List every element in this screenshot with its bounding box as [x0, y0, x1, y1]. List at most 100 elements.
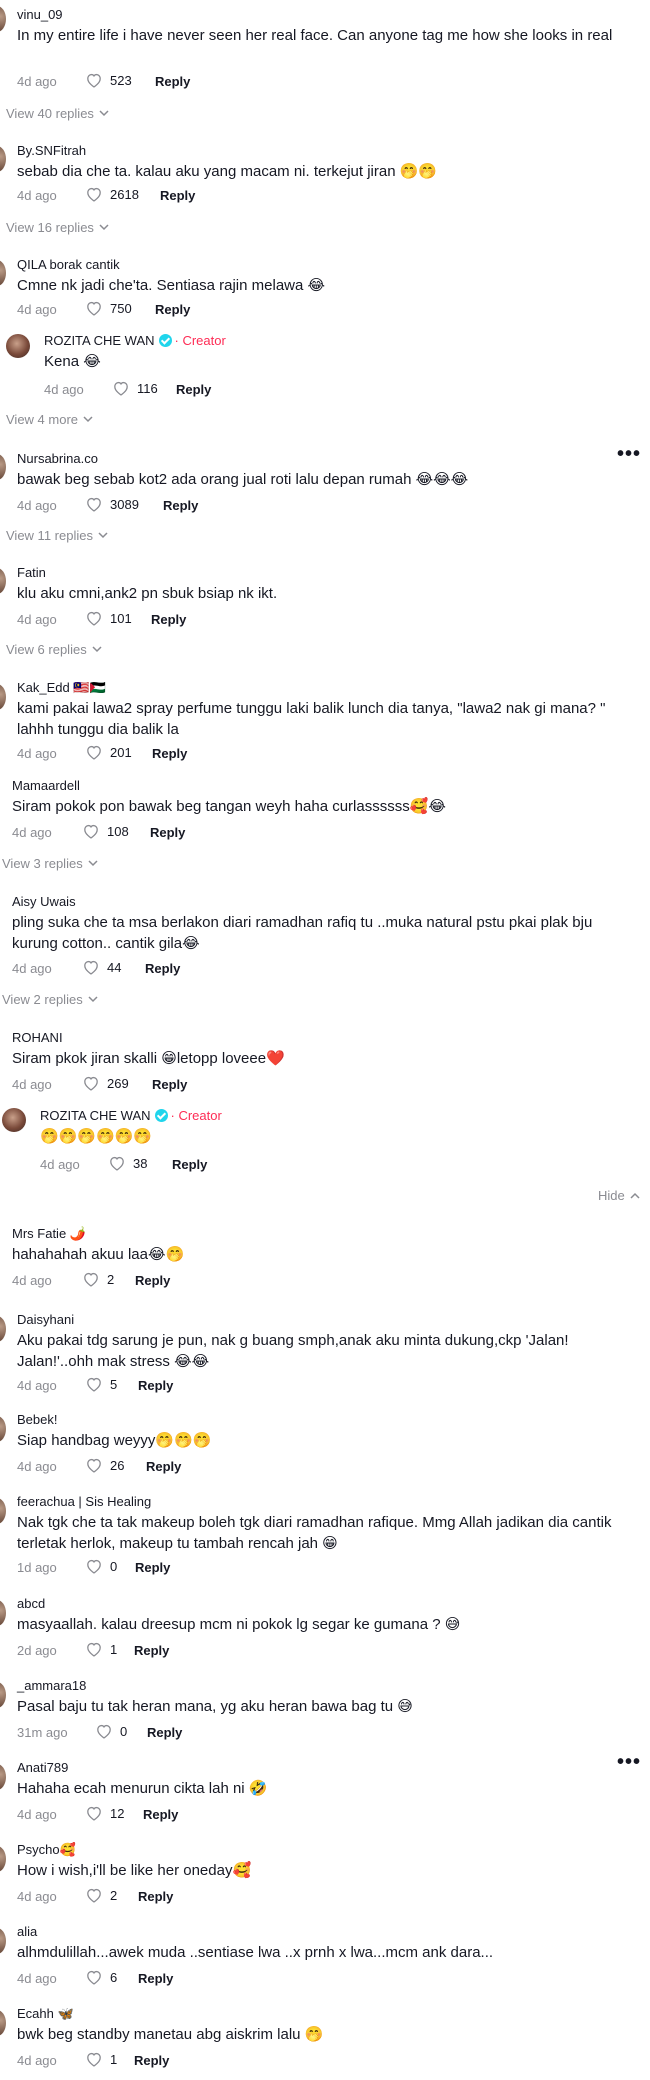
comment-username[interactable]: Aisy Uwais — [12, 894, 76, 909]
chevron-down-icon — [92, 646, 102, 653]
reply-button[interactable]: Reply — [152, 1077, 187, 1092]
like-button[interactable]: 2 — [85, 1887, 117, 1903]
view-replies-button[interactable]: View 2 replies — [2, 992, 98, 1007]
view-replies-label: View 16 replies — [6, 220, 94, 235]
reply-button[interactable]: Reply — [143, 1807, 178, 1822]
like-button[interactable]: 6 — [85, 1969, 117, 1985]
reply-button[interactable]: Reply — [155, 302, 190, 317]
comment-date: 4d ago — [17, 302, 57, 317]
like-button[interactable]: 1 — [85, 2051, 117, 2067]
reply-button[interactable]: Reply — [138, 1889, 173, 1904]
like-button[interactable]: 26 — [85, 1457, 124, 1473]
hide-replies-button[interactable]: Hide — [598, 1188, 640, 1203]
like-button[interactable]: 44 — [82, 959, 121, 975]
comment-username[interactable]: Mrs Fatie 🌶️ — [12, 1226, 86, 1242]
avatar[interactable] — [0, 1928, 6, 1954]
comment-username[interactable]: Kak_Edd 🇲🇾🇵🇸 — [17, 680, 106, 696]
like-button[interactable]: 2 — [82, 1271, 114, 1287]
avatar[interactable] — [0, 1846, 6, 1872]
reply-button[interactable]: Reply — [147, 1725, 182, 1740]
like-button[interactable]: 2618 — [85, 186, 139, 202]
avatar[interactable] — [0, 1316, 6, 1342]
comment-username[interactable]: Bebek! — [17, 1412, 57, 1427]
avatar[interactable] — [0, 260, 6, 286]
comment-username[interactable]: vinu_09 — [17, 7, 63, 22]
comment-date: 4d ago — [17, 1378, 57, 1393]
like-button[interactable]: 0 — [85, 1558, 117, 1574]
reply-button[interactable]: Reply — [135, 1560, 170, 1575]
comment-username[interactable]: feerachua | Sis Healing — [17, 1494, 151, 1509]
comment-username[interactable]: ROHANI — [12, 1030, 63, 1045]
avatar[interactable] — [0, 1600, 6, 1626]
like-button[interactable]: 1 — [85, 1641, 117, 1657]
like-button[interactable]: 523 — [85, 72, 132, 88]
comment-username[interactable]: Nursabrina.co — [17, 451, 98, 466]
comment-username[interactable]: _ammara18 — [17, 1678, 86, 1693]
like-button[interactable]: 38 — [108, 1155, 147, 1171]
reply-button[interactable]: Reply — [134, 1643, 169, 1658]
avatar[interactable] — [0, 146, 6, 172]
reply-button[interactable]: Reply — [172, 1157, 207, 1172]
comment-date: 4d ago — [17, 74, 57, 89]
avatar[interactable] — [0, 568, 6, 594]
like-button[interactable]: 12 — [85, 1805, 124, 1821]
like-button[interactable]: 750 — [85, 300, 132, 316]
avatar[interactable] — [0, 1682, 6, 1708]
comment-username[interactable]: alia — [17, 1924, 37, 1939]
view-replies-button[interactable]: View 40 replies — [6, 106, 109, 121]
view-replies-button[interactable]: View 11 replies — [6, 528, 108, 543]
reply-button[interactable]: Reply — [155, 74, 190, 89]
creator-avatar[interactable] — [2, 1108, 26, 1132]
avatar[interactable] — [0, 454, 6, 480]
like-button[interactable]: 3089 — [85, 496, 139, 512]
avatar[interactable] — [0, 1416, 6, 1442]
comment-username[interactable]: ROZITA CHE WAN — [40, 1108, 151, 1123]
view-replies-button[interactable]: View 16 replies — [6, 220, 109, 235]
reply-button[interactable]: Reply — [134, 2053, 169, 2068]
avatar[interactable] — [0, 684, 6, 710]
view-more-replies-button[interactable]: View 4 more — [6, 412, 93, 427]
reply-button[interactable]: Reply — [135, 1273, 170, 1288]
avatar[interactable] — [0, 2010, 6, 2036]
comment-username[interactable]: QILA borak cantik — [17, 257, 120, 272]
comment-username[interactable]: Mamaardell — [12, 778, 80, 793]
comment-date: 4d ago — [17, 498, 57, 513]
comment-text: How i wish,i'll be like her oneday🥰 — [17, 1862, 252, 1879]
more-horizontal-icon[interactable]: ••• — [617, 443, 641, 466]
view-replies-button[interactable]: View 3 replies — [2, 856, 98, 871]
view-replies-button[interactable]: View 6 replies — [6, 642, 102, 657]
reply-button[interactable]: Reply — [160, 188, 195, 203]
reply-button[interactable]: Reply — [150, 825, 185, 840]
creator-avatar[interactable] — [6, 334, 30, 358]
comment-username[interactable]: Ecahh 🦋 — [17, 2006, 74, 2022]
avatar[interactable] — [0, 1764, 6, 1790]
more-horizontal-icon[interactable]: ••• — [617, 1751, 641, 1774]
comment-username[interactable]: By.SNFitrah — [17, 143, 86, 158]
like-button[interactable]: 116 — [112, 380, 158, 396]
reply-button[interactable]: Reply — [138, 1971, 173, 1986]
view-replies-label: View 4 more — [6, 412, 79, 427]
like-button[interactable]: 0 — [95, 1723, 127, 1739]
reply-button[interactable]: Reply — [138, 1378, 173, 1393]
like-button[interactable]: 101 — [85, 610, 132, 626]
reply-button[interactable]: Reply — [163, 498, 198, 513]
like-button[interactable]: 108 — [82, 823, 129, 839]
avatar[interactable] — [0, 6, 6, 32]
reply-button[interactable]: Reply — [176, 382, 211, 397]
reply-button[interactable]: Reply — [145, 961, 180, 976]
reply-button[interactable]: Reply — [146, 1459, 181, 1474]
comments-panel: vinu_09 In my entire life i have never s… — [0, 0, 650, 2080]
comment-username[interactable]: Daisyhani — [17, 1312, 74, 1327]
like-button[interactable]: 269 — [82, 1075, 129, 1091]
comment-username[interactable]: Psycho🥰 — [17, 1842, 76, 1858]
comment-username[interactable]: Anati789 — [17, 1760, 68, 1775]
like-count: 0 — [120, 1723, 128, 1739]
comment-username[interactable]: ROZITA CHE WAN — [44, 333, 155, 348]
comment-username[interactable]: abcd — [17, 1596, 45, 1611]
reply-button[interactable]: Reply — [152, 746, 187, 761]
reply-button[interactable]: Reply — [151, 612, 186, 627]
like-button[interactable]: 5 — [85, 1376, 117, 1392]
like-button[interactable]: 201 — [85, 744, 132, 760]
avatar[interactable] — [0, 1498, 6, 1524]
comment-username[interactable]: Fatin — [17, 565, 46, 580]
